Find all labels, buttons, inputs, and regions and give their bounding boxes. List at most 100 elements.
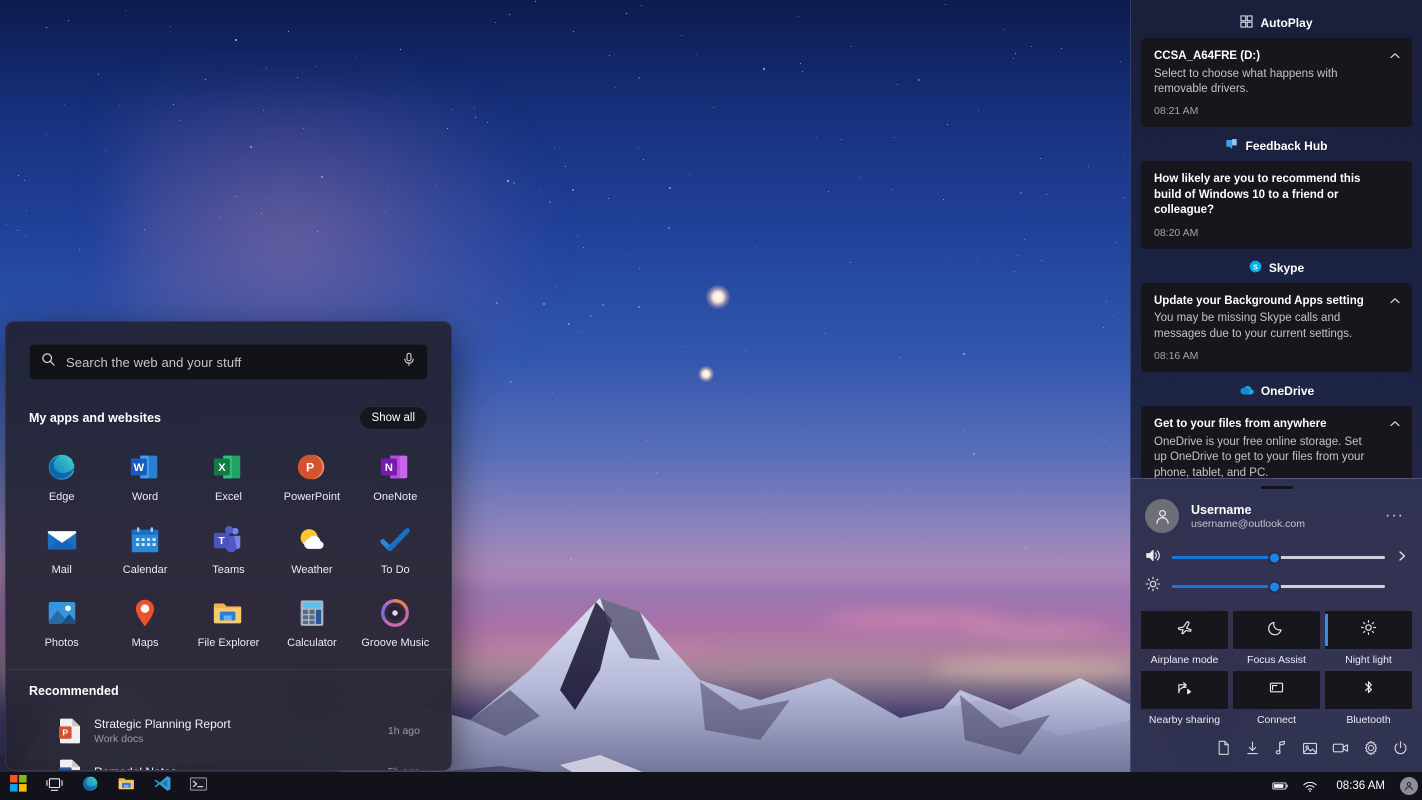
recommended-title: Recommended: [29, 684, 119, 698]
start-menu[interactable]: Search the web and your stuff My apps an…: [5, 321, 452, 771]
show-all-button[interactable]: Show all: [358, 406, 428, 430]
brightness-slider-knob[interactable]: [1267, 580, 1281, 593]
brightness-slider[interactable]: [1172, 580, 1385, 593]
nearby-sharing-icon: [1176, 679, 1193, 701]
app-tile-calculator[interactable]: Calculator: [270, 590, 353, 653]
quick-settings-panel[interactable]: Username username@outlook.com ··· Airpla…: [1130, 478, 1422, 772]
quick-tile-bluetooth[interactable]: Bluetooth: [1325, 671, 1412, 726]
app-tile-label: PowerPoint: [283, 491, 341, 503]
app-tile-edge[interactable]: Edge: [20, 444, 103, 507]
chevron-up-icon[interactable]: [1388, 417, 1402, 431]
quick-tile-connect[interactable]: Connect: [1233, 671, 1320, 726]
notification-time: 08:20 AM: [1154, 226, 1199, 239]
svg-text:W: W: [61, 769, 70, 771]
app-tile-teams[interactable]: T Teams: [187, 517, 270, 580]
taskbar-vs-code[interactable]: [144, 772, 180, 800]
microphone-icon[interactable]: [402, 352, 416, 372]
document-icon[interactable]: [1216, 740, 1231, 761]
quick-tile-button[interactable]: [1141, 671, 1228, 709]
quick-tile-label: Nearby sharing: [1148, 714, 1221, 726]
svg-text:S: S: [1253, 262, 1258, 271]
onedrive-icon: [1239, 384, 1254, 399]
app-tile-weather[interactable]: Weather: [270, 517, 353, 580]
app-tile-onenote[interactable]: N OneNote: [354, 444, 437, 507]
user-email: username@outlook.com: [1191, 517, 1305, 530]
quick-tile-button[interactable]: [1141, 611, 1228, 649]
taskbar[interactable]: 08:36 AM: [0, 772, 1422, 800]
video-camera-icon[interactable]: [1332, 741, 1349, 760]
quick-tile-night-light[interactable]: Night light: [1325, 611, 1412, 666]
notification-group-app: OneDrive: [1260, 384, 1315, 399]
battery-icon[interactable]: [1266, 772, 1294, 800]
quick-tile-nearby-sharing[interactable]: Nearby sharing: [1141, 671, 1228, 726]
taskbar-edge[interactable]: [72, 772, 108, 800]
taskbar-task-view[interactable]: [36, 772, 72, 800]
recommended-item-subtitle: Work docs: [94, 733, 144, 745]
notification-list[interactable]: AutoPlay CCSA_A64FRE (D:) Select to choose…: [1130, 0, 1422, 478]
volume-icon[interactable]: [1145, 548, 1161, 568]
chevron-right-icon[interactable]: [1396, 549, 1408, 567]
power-icon[interactable]: [1393, 740, 1408, 761]
music-note-icon[interactable]: [1274, 740, 1288, 761]
app-tile-maps[interactable]: Maps: [103, 590, 186, 653]
notification-group-app: Feedback Hub: [1245, 139, 1328, 154]
quick-tile-airplane-mode[interactable]: Airplane mode: [1141, 611, 1228, 666]
brightness-slider-row[interactable]: [1131, 572, 1422, 601]
user-row[interactable]: Username username@outlook.com ···: [1131, 489, 1422, 533]
app-tile-file-explorer[interactable]: File Explorer: [187, 590, 270, 653]
file-explorer-icon: [211, 596, 245, 630]
quick-tile-button[interactable]: [1325, 611, 1412, 649]
svg-text:P: P: [306, 461, 314, 475]
recommended-item[interactable]: P Strategic Planning Report Work docs 1h ag…: [29, 710, 428, 752]
app-tile-label: OneNote: [373, 491, 418, 503]
desktop-screen: Search the web and your stuff My apps an…: [0, 0, 1422, 800]
taskbar-clock[interactable]: 08:36 AM: [1326, 780, 1395, 792]
action-center[interactable]: AutoPlay CCSA_A64FRE (D:) Select to choose…: [1130, 0, 1422, 772]
volume-slider[interactable]: [1172, 551, 1385, 564]
search-input[interactable]: Search the web and your stuff: [29, 344, 428, 380]
app-tile-powerpoint[interactable]: P PowerPoint: [270, 444, 353, 507]
mail-icon: [45, 523, 79, 557]
search-placeholder: Search the web and your stuff: [66, 354, 242, 370]
notification-toast[interactable]: Get to your files from anywhere OneDrive …: [1141, 406, 1412, 478]
wifi-icon[interactable]: [1296, 772, 1324, 800]
app-tile-mail[interactable]: Mail: [20, 517, 103, 580]
user-more-button[interactable]: ···: [1381, 507, 1408, 525]
notification-body: Select to choose what happens with remov…: [1154, 67, 1338, 95]
notification-toast[interactable]: CCSA_A64FRE (D:) Select to choose what ha…: [1141, 38, 1412, 128]
app-tile-photos[interactable]: Photos: [20, 590, 103, 653]
app-tile-word[interactable]: W Word: [103, 444, 186, 507]
recommended-list: P Strategic Planning Report Work docs 1h ag…: [29, 710, 428, 771]
quick-tile-button[interactable]: [1233, 671, 1320, 709]
taskbar-apps: [0, 772, 216, 800]
quick-tile-focus-assist[interactable]: Focus Assist: [1233, 611, 1320, 666]
quick-tile-button[interactable]: [1233, 611, 1320, 649]
app-tile-label: Edge: [48, 491, 75, 503]
volume-slider-knob[interactable]: [1267, 551, 1281, 564]
app-tile-excel[interactable]: X Excel: [187, 444, 270, 507]
notification-toast[interactable]: Update your Background Apps setting You m…: [1141, 282, 1412, 373]
volume-slider-row[interactable]: [1131, 543, 1422, 572]
image-icon[interactable]: [1302, 741, 1318, 761]
chevron-up-icon[interactable]: [1388, 49, 1402, 63]
taskbar-file-explorer[interactable]: [108, 772, 144, 800]
quick-tile-button[interactable]: [1325, 671, 1412, 709]
download-icon[interactable]: [1245, 740, 1260, 761]
settings-gear-icon[interactable]: [1363, 740, 1379, 761]
app-tile-groove-music[interactable]: Groove Music: [354, 590, 437, 653]
quick-tile-label: Bluetooth: [1346, 714, 1391, 726]
chevron-up-icon[interactable]: [1388, 294, 1402, 308]
notification-group-header: S Skype: [1141, 253, 1412, 283]
app-tile-to-do[interactable]: To Do: [354, 517, 437, 580]
app-tile-label: Teams: [212, 564, 245, 576]
system-tray[interactable]: 08:36 AM: [1266, 772, 1422, 800]
taskbar-terminal[interactable]: [180, 772, 216, 800]
taskbar-start-button[interactable]: [0, 772, 36, 800]
recommended-item[interactable]: W Remodel Notes 5h ago: [29, 752, 428, 771]
notification-toast[interactable]: How likely are you to recommend this bui…: [1141, 161, 1412, 249]
groove-music-icon: [378, 596, 412, 630]
app-grid: Edge W Word X Excel P PowerPoint N OneNote Mail Ca…: [6, 430, 451, 669]
notification-title: Update your Background Apps setting: [1154, 294, 1364, 307]
app-tile-calendar[interactable]: Calendar: [103, 517, 186, 580]
tray-user-avatar-icon[interactable]: [1400, 777, 1418, 795]
